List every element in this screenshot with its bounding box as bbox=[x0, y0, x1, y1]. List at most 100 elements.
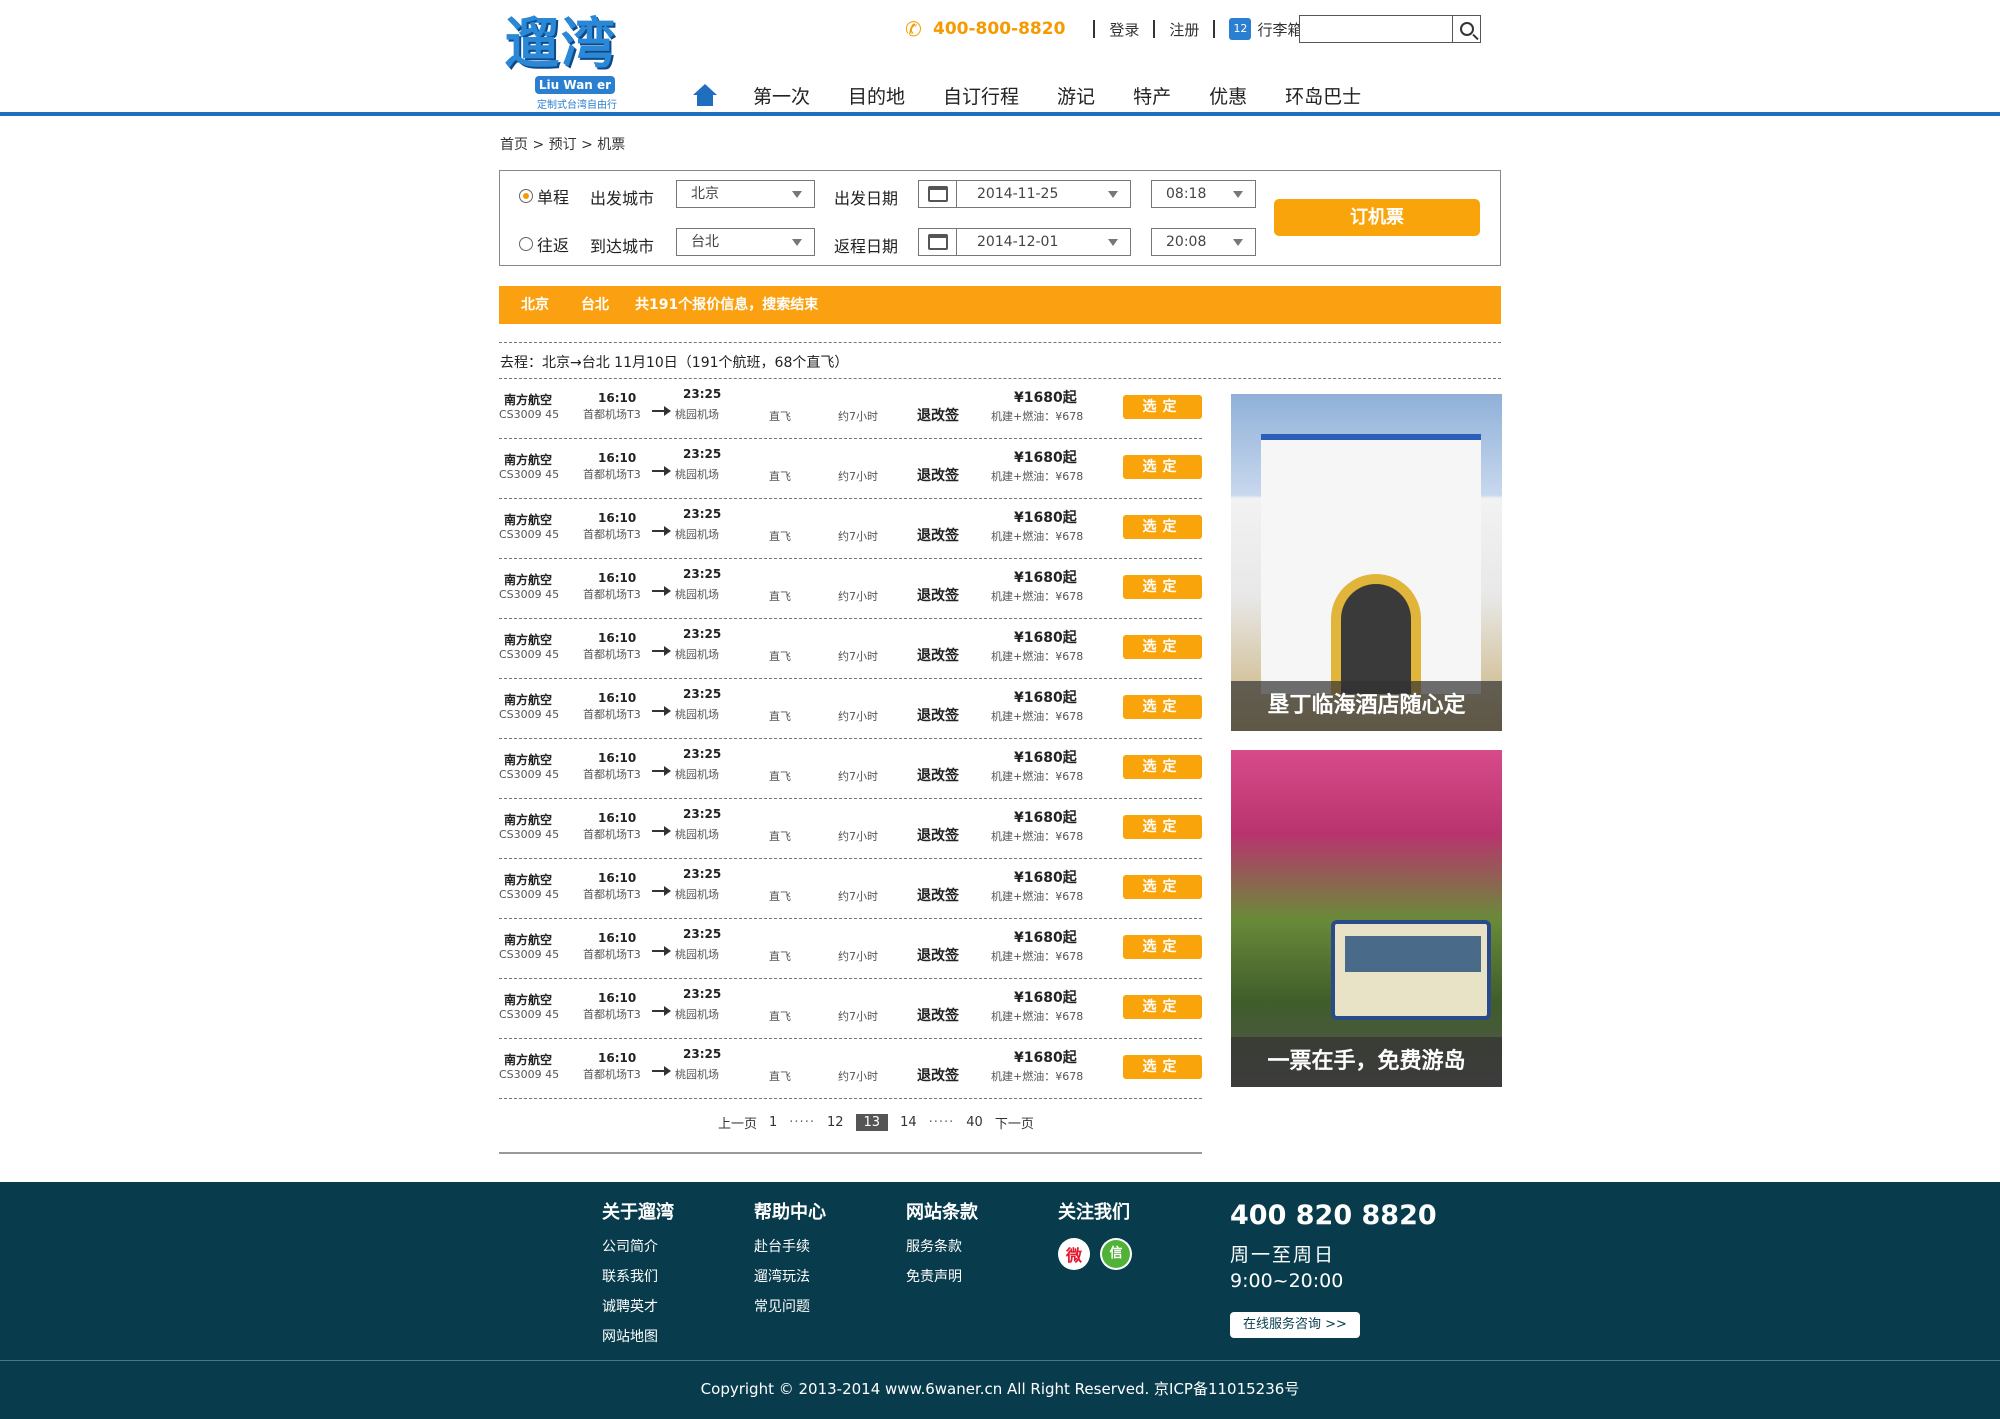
calendar-icon bbox=[927, 186, 948, 202]
wechat-icon[interactable]: 信 bbox=[1100, 1238, 1132, 1270]
select-flight-button[interactable]: 选定 bbox=[1123, 695, 1202, 719]
site-logo[interactable]: 遛湾 Liu Wan er 定制式台湾自由行 bbox=[505, 10, 645, 111]
page-ellipsis: ····· bbox=[789, 1115, 815, 1130]
refund-policy[interactable]: 退改签 bbox=[917, 1005, 959, 1025]
select-flight-button[interactable]: 选定 bbox=[1123, 1055, 1202, 1079]
login-link[interactable]: 登录 bbox=[1109, 19, 1139, 40]
flight-row: 南方航空 CS3009 45 16:10 23:25 首都机场T3 桃园机场 直飞 约7小时 退… bbox=[499, 739, 1202, 799]
flight-number: CS3009 45 bbox=[499, 588, 560, 601]
select-flight-button[interactable]: 选定 bbox=[1123, 995, 1202, 1019]
register-link[interactable]: 注册 bbox=[1169, 19, 1199, 40]
select-flight-button[interactable]: 选定 bbox=[1123, 935, 1202, 959]
page-link-12[interactable]: 12 bbox=[827, 1115, 844, 1130]
departure-airport: 首都机场T3 bbox=[583, 888, 641, 901]
flight-row: 南方航空 CS3009 45 16:10 23:25 首都机场T3 桃园机场 直飞 约7小时 退… bbox=[499, 559, 1202, 619]
select-flight-button[interactable]: 选定 bbox=[1123, 755, 1202, 779]
return-calendar-button[interactable] bbox=[918, 228, 956, 256]
refund-policy[interactable]: 退改签 bbox=[917, 525, 959, 545]
footer-link[interactable]: 赴台手续 bbox=[754, 1232, 826, 1262]
depart-city-select[interactable]: 北京 bbox=[676, 180, 815, 208]
arrow-right-icon bbox=[652, 646, 671, 656]
footer-link[interactable]: 服务条款 bbox=[906, 1232, 978, 1262]
site-header: 遛湾 Liu Wan er 定制式台湾自由行 ✆ 400-800-8820 登录… bbox=[0, 0, 2000, 116]
departure-time: 16:10 bbox=[598, 991, 637, 1005]
refund-policy[interactable]: 退改签 bbox=[917, 645, 959, 665]
page-link-14[interactable]: 14 bbox=[900, 1115, 917, 1130]
weibo-icon[interactable]: 微 bbox=[1058, 1238, 1090, 1270]
nav-item-custom-trip[interactable]: 自订行程 bbox=[943, 82, 1019, 109]
refund-policy[interactable]: 退改签 bbox=[917, 885, 959, 905]
book-flight-button[interactable]: 订机票 bbox=[1274, 199, 1480, 236]
refund-policy[interactable]: 退改签 bbox=[917, 705, 959, 725]
select-flight-button[interactable]: 选定 bbox=[1123, 875, 1202, 899]
page-link-1[interactable]: 1 bbox=[769, 1115, 777, 1130]
arrival-airport: 桃园机场 bbox=[675, 648, 719, 661]
select-flight-button[interactable]: 选定 bbox=[1123, 515, 1202, 539]
refund-policy[interactable]: 退改签 bbox=[917, 465, 959, 485]
select-flight-button[interactable]: 选定 bbox=[1123, 395, 1202, 419]
footer-link[interactable]: 公司简介 bbox=[602, 1232, 674, 1262]
footer-link[interactable]: 免责声明 bbox=[906, 1262, 978, 1292]
arrival-airport: 桃园机场 bbox=[675, 468, 719, 481]
refund-policy[interactable]: 退改签 bbox=[917, 585, 959, 605]
page-link-40[interactable]: 40 bbox=[966, 1115, 983, 1130]
online-service-button[interactable]: 在线服务咨询 >> bbox=[1230, 1312, 1360, 1338]
return-time-select[interactable]: 20:08 bbox=[1151, 228, 1256, 256]
flight-number: CS3009 45 bbox=[499, 708, 560, 721]
footer-link[interactable]: 诚聘英才 bbox=[602, 1292, 674, 1322]
arrival-airport: 桃园机场 bbox=[675, 528, 719, 541]
departure-airport: 首都机场T3 bbox=[583, 528, 641, 541]
home-icon[interactable] bbox=[693, 84, 717, 106]
depart-date-select[interactable]: 2014-11-25 bbox=[956, 180, 1131, 208]
nav-item-deals[interactable]: 优惠 bbox=[1209, 82, 1247, 109]
footer-divider bbox=[0, 1360, 2000, 1361]
breadcrumb[interactable]: 首页 > 预订 > 机票 bbox=[500, 134, 625, 154]
ad-banner-bus[interactable]: 一票在手，免费游岛 bbox=[1231, 750, 1502, 1087]
luggage-link[interactable]: 行李箱 bbox=[1257, 19, 1302, 40]
oneway-radio[interactable]: 单程 bbox=[519, 184, 569, 208]
arrival-time: 23:25 bbox=[683, 747, 722, 761]
flight-type: 直飞 bbox=[769, 950, 791, 963]
social-links: 微 信 bbox=[1058, 1238, 1142, 1270]
footer-link[interactable]: 网站地图 bbox=[602, 1322, 674, 1352]
prev-page-link[interactable]: 上一页 bbox=[718, 1113, 757, 1132]
return-date-select[interactable]: 2014-12-01 bbox=[956, 228, 1131, 256]
refund-policy[interactable]: 退改签 bbox=[917, 1065, 959, 1085]
nav-item-travelogue[interactable]: 游记 bbox=[1057, 82, 1095, 109]
nav-item-first-time[interactable]: 第一次 bbox=[753, 82, 810, 109]
luggage-icon[interactable]: 12 bbox=[1229, 18, 1252, 40]
bus-image bbox=[1331, 920, 1491, 1020]
refund-policy[interactable]: 退改签 bbox=[917, 405, 959, 425]
current-page: 13 bbox=[855, 1114, 889, 1131]
next-page-link[interactable]: 下一页 bbox=[995, 1113, 1034, 1132]
footer-service-days: 周一至周日 bbox=[1230, 1244, 1336, 1266]
footer-link[interactable]: 常见问题 bbox=[754, 1292, 826, 1322]
flight-duration: 约7小时 bbox=[838, 530, 878, 543]
depart-calendar-button[interactable] bbox=[918, 180, 956, 208]
refund-policy[interactable]: 退改签 bbox=[917, 945, 959, 965]
flight-type: 直飞 bbox=[769, 770, 791, 783]
airline-name: 南方航空 bbox=[504, 693, 553, 707]
search-button[interactable] bbox=[1452, 15, 1481, 43]
roundtrip-radio[interactable]: 往返 bbox=[519, 232, 569, 256]
nav-item-specialty[interactable]: 特产 bbox=[1133, 82, 1171, 109]
chevron-down-icon bbox=[1233, 239, 1243, 246]
nav-item-destination[interactable]: 目的地 bbox=[848, 82, 905, 109]
footer-heading: 网站条款 bbox=[906, 1202, 978, 1223]
refund-policy[interactable]: 退改签 bbox=[917, 825, 959, 845]
airline-name: 南方航空 bbox=[504, 393, 553, 407]
select-flight-button[interactable]: 选定 bbox=[1123, 635, 1202, 659]
ad-banner-hotel[interactable]: 垦丁临海酒店随心定 bbox=[1231, 394, 1502, 731]
footer-link[interactable]: 遛湾玩法 bbox=[754, 1262, 826, 1292]
flight-number: CS3009 45 bbox=[499, 648, 560, 661]
select-flight-button[interactable]: 选定 bbox=[1123, 815, 1202, 839]
depart-time-select[interactable]: 08:18 bbox=[1151, 180, 1256, 208]
footer-col-terms: 网站条款 服务条款 免责声明 bbox=[906, 1198, 978, 1292]
footer-link[interactable]: 联系我们 bbox=[602, 1262, 674, 1292]
arrive-city-select[interactable]: 台北 bbox=[676, 228, 815, 256]
select-flight-button[interactable]: 选定 bbox=[1123, 575, 1202, 599]
refund-policy[interactable]: 退改签 bbox=[917, 765, 959, 785]
nav-item-island-bus[interactable]: 环岛巴士 bbox=[1285, 82, 1361, 109]
departure-time: 16:10 bbox=[598, 1051, 637, 1065]
select-flight-button[interactable]: 选定 bbox=[1123, 455, 1202, 479]
